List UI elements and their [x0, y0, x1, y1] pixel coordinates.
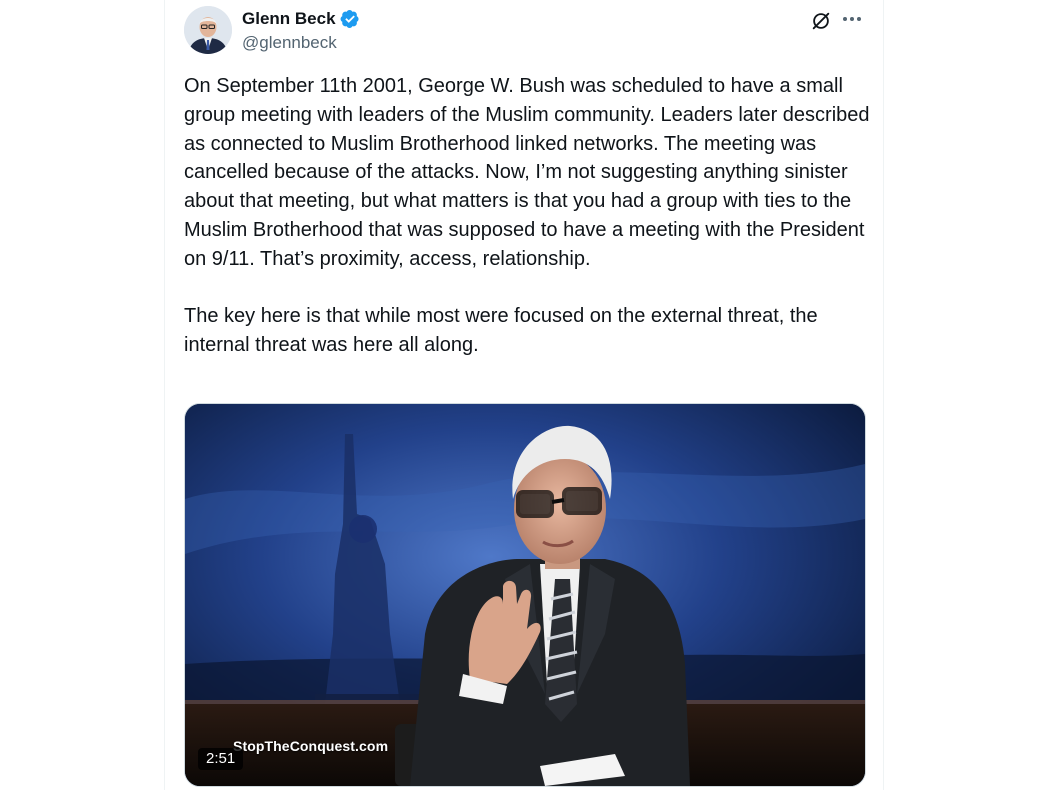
video-watermark: StopTheConquest.com: [233, 738, 389, 754]
grok-button[interactable]: [808, 8, 834, 34]
author-handle[interactable]: @glennbeck: [242, 33, 337, 53]
author-name[interactable]: Glenn Beck: [242, 8, 336, 30]
video-player[interactable]: StopTheConquest.com 2:51: [184, 403, 866, 787]
grok-icon: [812, 12, 830, 30]
verified-badge-icon: [340, 9, 360, 29]
tweet: Glenn Beck @glennbeck On September 11th …: [165, 0, 883, 790]
more-options-button[interactable]: [839, 8, 865, 30]
more-icon: [843, 17, 861, 21]
video-duration-badge: 2:51: [198, 748, 244, 770]
column-border-right: [883, 0, 884, 790]
tweet-paragraph: On September 11th 2001, George W. Bush w…: [184, 75, 870, 270]
page: Glenn Beck @glennbeck On September 11th …: [0, 0, 1050, 790]
avatar[interactable]: [184, 6, 232, 54]
video-thumbnail: [185, 404, 865, 786]
author-name-row[interactable]: Glenn Beck: [242, 8, 360, 30]
avatar-image: [184, 6, 232, 54]
tweet-paragraph: The key here is that while most were foc…: [184, 305, 818, 357]
tweet-text: On September 11th 2001, George W. Bush w…: [184, 72, 874, 360]
